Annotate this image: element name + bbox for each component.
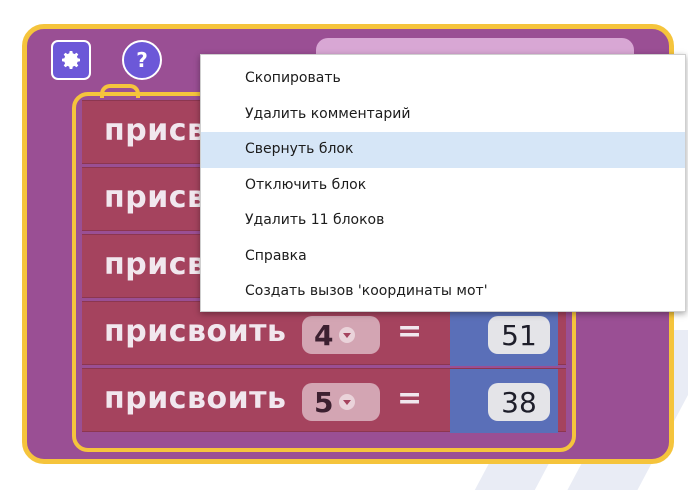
help-glyph: ? [136, 48, 148, 72]
menu-item-create-call[interactable]: Создать вызов 'координаты мот' [201, 274, 685, 310]
chevron-down-icon [339, 394, 356, 410]
assign-label: присвоить [104, 381, 287, 416]
menu-item-delete-comment[interactable]: Удалить комментарий [201, 97, 685, 133]
help-icon[interactable]: ? [122, 40, 162, 80]
context-menu: Скопировать Удалить комментарий Свернуть… [200, 54, 686, 312]
menu-item-help[interactable]: Справка [201, 239, 685, 275]
index-value: 4 [314, 318, 334, 352]
menu-item-delete-blocks[interactable]: Удалить 11 блоков [201, 203, 685, 239]
number-field[interactable]: 38 [488, 383, 550, 421]
index-dropdown[interactable]: 4 [302, 316, 380, 354]
menu-item-copy[interactable]: Скопировать [201, 61, 685, 97]
assign-label: присвоить [104, 314, 287, 349]
gear-icon[interactable] [51, 40, 91, 80]
blockly-workspace[interactable]: ? присвоить присвоить присвоить присвоит… [0, 0, 688, 490]
equals-sign: = [397, 381, 423, 416]
chevron-down-icon [339, 327, 356, 343]
index-value: 5 [314, 385, 334, 419]
gear-icon-graphic [62, 51, 80, 69]
index-dropdown[interactable]: 5 [302, 383, 380, 421]
menu-item-disable-block[interactable]: Отключить блок [201, 168, 685, 204]
equals-sign: = [397, 314, 423, 349]
number-field[interactable]: 51 [488, 316, 550, 354]
number-block[interactable]: 38 [450, 369, 558, 433]
menu-item-collapse-block[interactable]: Свернуть блок [201, 132, 685, 168]
assign-block[interactable]: присвоить 5 = 38 [82, 368, 566, 433]
